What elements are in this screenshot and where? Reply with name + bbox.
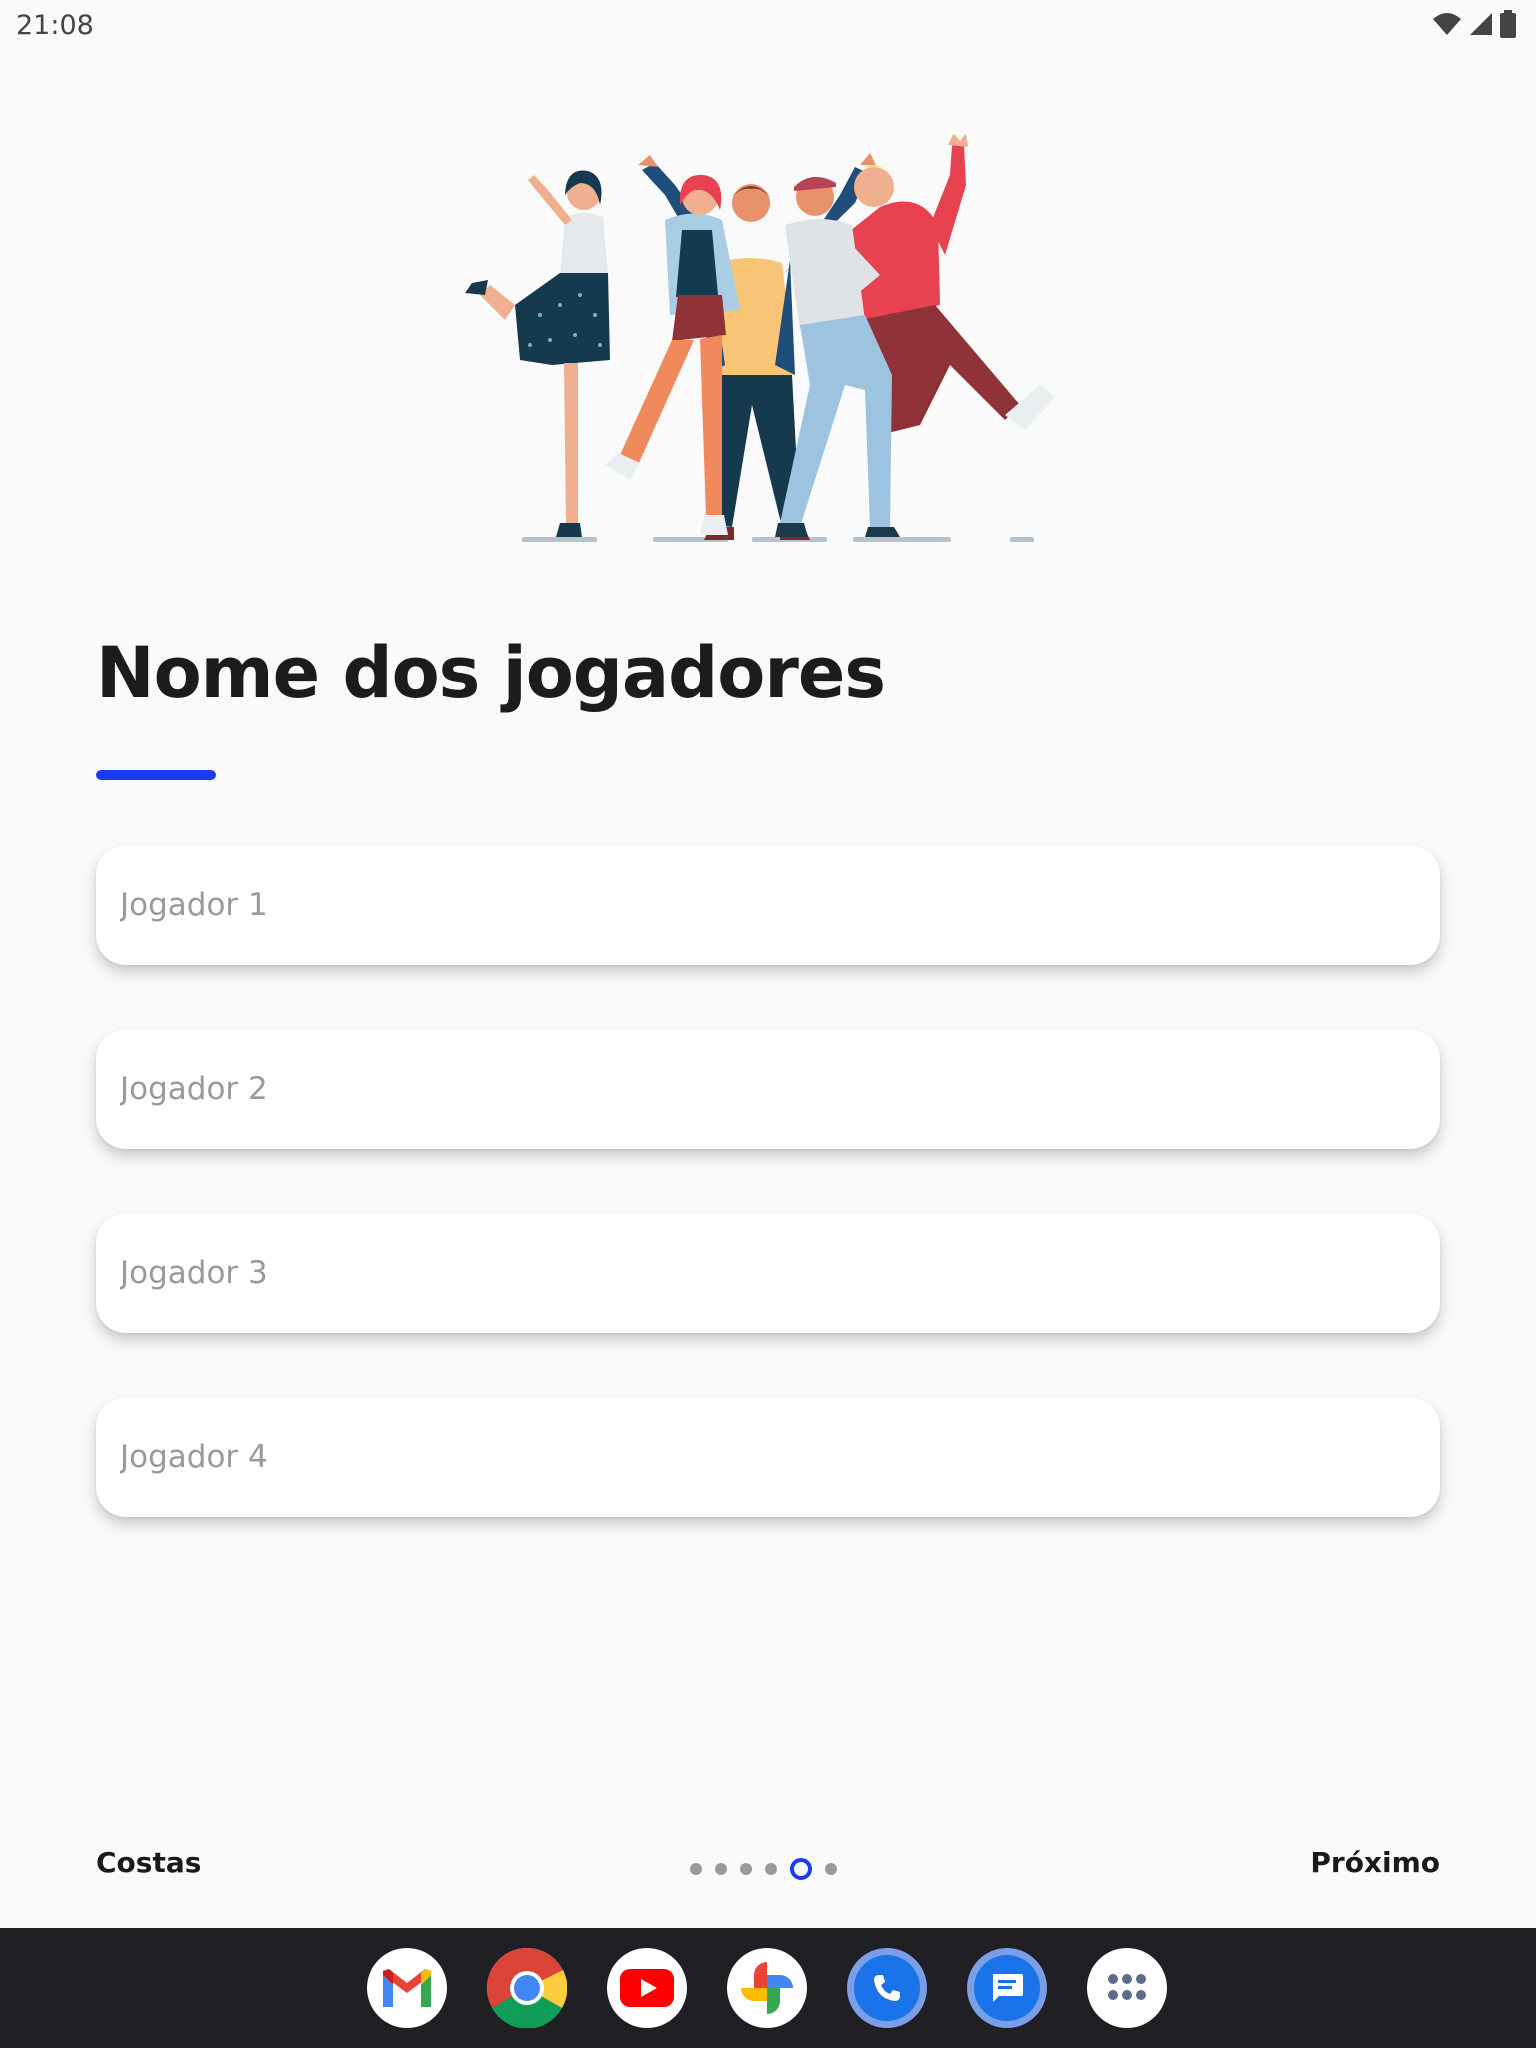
page-title: Nome dos jogadores [96,632,886,714]
youtube-icon[interactable] [607,1948,687,2028]
dock-apps [367,1948,1167,2028]
page-dot [715,1863,727,1875]
page-dot [740,1863,752,1875]
page-dot-active [790,1858,812,1880]
title-underline [96,770,216,780]
gmail-icon[interactable] [367,1948,447,2028]
status-icons [1432,10,1516,38]
next-button[interactable]: Próximo [1310,1846,1440,1879]
back-button[interactable]: Costas [96,1846,201,1879]
status-time: 21:08 [16,10,94,41]
player-4-name-field[interactable] [96,1397,1440,1517]
cellular-signal-icon [1470,13,1492,35]
chrome-icon[interactable] [487,1948,567,2028]
player-2-name-field[interactable] [96,1029,1440,1149]
page-dot [765,1863,777,1875]
messages-icon[interactable] [967,1948,1047,2028]
page-dot [690,1863,702,1875]
app-dock [0,1928,1536,2048]
player-3-name-field[interactable] [96,1213,1440,1333]
wifi-icon [1433,13,1461,35]
app-drawer-icon[interactable] [1087,1948,1167,2028]
page-dot [825,1863,837,1875]
phone-icon[interactable] [847,1948,927,2028]
photos-icon[interactable] [727,1948,807,2028]
battery-icon [1500,10,1516,38]
player-1-name-field[interactable] [96,845,1440,965]
group-of-friends-illustration [465,135,1055,542]
page-indicator [690,1858,837,1880]
status-bar: 21:08 [0,0,1536,52]
